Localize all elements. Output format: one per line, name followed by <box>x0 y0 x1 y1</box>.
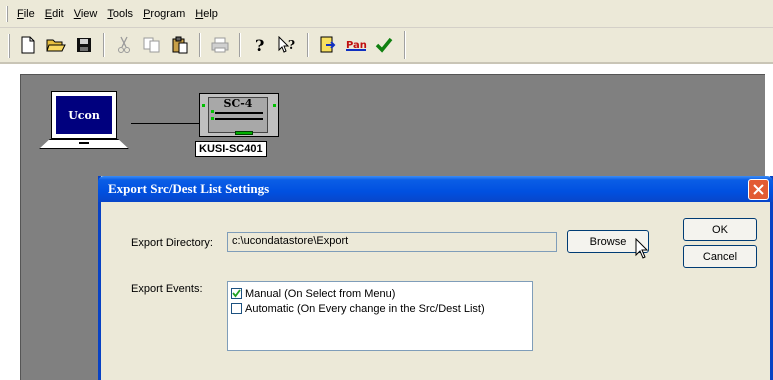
event-label: Manual (On Select from Menu) <box>245 287 396 300</box>
export-settings-dialog: Export Src/Dest List Settings Export Dir… <box>98 176 773 380</box>
open-folder-icon <box>46 39 66 52</box>
menu-tools[interactable]: Tools <box>102 6 138 22</box>
paste-button[interactable] <box>166 31 194 59</box>
save-button[interactable] <box>70 31 98 59</box>
laptop-trackpad <box>79 142 89 144</box>
device-indicator <box>235 131 253 135</box>
toolbar-separator <box>307 33 309 57</box>
laptop-label: Ucon <box>56 96 112 134</box>
device-led <box>211 110 214 113</box>
export-directory-label: Export Directory: <box>131 237 213 249</box>
toolbar-separator <box>199 33 201 57</box>
sc4-device-node[interactable]: SC-4 <box>199 93 279 137</box>
svg-text:?: ? <box>288 38 295 52</box>
cancel-button[interactable]: Cancel <box>683 245 757 268</box>
device-led <box>273 104 276 107</box>
ok-button-label: OK <box>712 223 728 236</box>
program-icon <box>320 36 336 53</box>
mouse-cursor-icon <box>635 238 649 259</box>
export-directory-field[interactable]: c:\ucondatastore\Export <box>227 232 557 252</box>
toolbar-separator <box>239 33 241 57</box>
menu-program[interactable]: Program <box>138 6 190 22</box>
checkmark-icon <box>232 289 241 298</box>
menu-view[interactable]: View <box>69 6 103 22</box>
dialog-titlebar[interactable]: Export Src/Dest List Settings <box>98 176 773 202</box>
help-button[interactable]: ? <box>246 31 274 59</box>
toolbar-end-separator <box>404 31 406 59</box>
toolbar-separator <box>103 33 105 57</box>
pan-icon: Pan <box>346 40 367 51</box>
laptop-base <box>39 139 129 149</box>
menu-grip[interactable] <box>6 6 8 22</box>
cut-icon <box>118 36 130 53</box>
automatic-checkbox[interactable] <box>231 303 242 314</box>
event-label: Automatic (On Every change in the Src/De… <box>245 302 485 315</box>
device-title: SC-4 <box>223 97 253 110</box>
copy-icon <box>143 37 160 53</box>
export-events-label: Export Events: <box>131 283 203 295</box>
device-panel: SC-4 <box>208 97 268 135</box>
event-manual-row[interactable]: Manual (On Select from Menu) <box>231 286 529 301</box>
close-icon <box>753 184 764 195</box>
device-led <box>211 117 214 120</box>
menu-file[interactable]: File <box>12 6 40 22</box>
menu-bar: File Edit View Tools Program Help <box>0 0 773 28</box>
new-file-icon <box>21 36 35 54</box>
event-automatic-row[interactable]: Automatic (On Every change in the Src/De… <box>231 301 529 316</box>
toolbar-grip[interactable] <box>8 34 10 58</box>
device-led <box>202 104 205 107</box>
program-button[interactable] <box>314 31 342 59</box>
context-help-button[interactable]: ? <box>274 31 302 59</box>
print-icon <box>211 37 229 53</box>
check-button[interactable] <box>370 31 398 59</box>
open-button[interactable] <box>42 31 70 59</box>
device-slot <box>215 118 263 120</box>
check-icon <box>375 37 393 53</box>
close-button[interactable] <box>748 179 769 200</box>
device-slot <box>215 112 263 114</box>
connection-line <box>131 123 199 124</box>
pan-button[interactable]: Pan <box>342 31 370 59</box>
browse-button-label: Browse <box>589 235 627 248</box>
new-file-button[interactable] <box>14 31 42 59</box>
save-icon <box>77 38 91 52</box>
cancel-button-label: Cancel <box>702 250 738 263</box>
manual-checkbox[interactable] <box>231 288 242 299</box>
print-button[interactable] <box>206 31 234 59</box>
cut-button[interactable] <box>110 31 138 59</box>
laptop-node[interactable]: Ucon <box>37 91 131 153</box>
copy-button[interactable] <box>138 31 166 59</box>
toolbar: ? ? Pan <box>0 28 773 64</box>
laptop-screen: Ucon <box>51 91 117 139</box>
device-label[interactable]: KUSI-SC401 <box>195 141 267 157</box>
export-events-list[interactable]: Manual (On Select from Menu) Automatic (… <box>227 281 533 351</box>
dialog-title: Export Src/Dest List Settings <box>108 181 270 196</box>
menu-help[interactable]: Help <box>190 6 223 22</box>
ok-button[interactable]: OK <box>683 218 757 241</box>
help-icon: ? <box>255 36 264 54</box>
context-help-icon: ? <box>278 36 295 53</box>
svg-text:?: ? <box>255 36 264 54</box>
menu-edit[interactable]: Edit <box>40 6 69 22</box>
paste-icon <box>172 36 188 54</box>
